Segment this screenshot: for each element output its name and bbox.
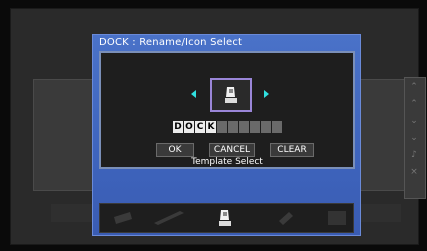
name-char[interactable]: [250, 121, 260, 133]
name-char[interactable]: [217, 121, 227, 133]
close-icon[interactable]: ×: [407, 166, 421, 179]
double-chevron-up-icon[interactable]: ⌃: [407, 81, 421, 94]
name-char[interactable]: K: [206, 121, 216, 133]
icon-tray: [99, 203, 354, 233]
side-button-bar: ⌃ ⌃ ⌄ ⌄ ♪ ×: [404, 77, 426, 199]
audio-rack-icon[interactable]: [326, 209, 348, 227]
name-char[interactable]: [228, 121, 238, 133]
chevron-up-icon[interactable]: ⌃: [407, 98, 421, 111]
name-char[interactable]: [261, 121, 271, 133]
name-char[interactable]: C: [195, 121, 205, 133]
music-note-icon[interactable]: ♪: [407, 149, 421, 162]
tv-icon[interactable]: [112, 209, 134, 227]
chevron-down-icon[interactable]: ⌄: [407, 115, 421, 128]
clear-button[interactable]: CLEAR: [270, 143, 314, 157]
dock-icon[interactable]: [218, 209, 232, 227]
disc-player-icon[interactable]: [152, 209, 186, 227]
dialog-content-panel: D O C K OK CANCEL CLEAR Template Select: [99, 51, 355, 169]
dialog-title: DOCK : Rename/Icon Select: [99, 37, 243, 48]
name-char[interactable]: [272, 121, 282, 133]
template-select-label[interactable]: Template Select: [101, 157, 353, 167]
name-char[interactable]: D: [173, 121, 183, 133]
double-chevron-down-icon[interactable]: ⌄: [407, 132, 421, 145]
cancel-button[interactable]: CANCEL: [209, 143, 255, 157]
name-input[interactable]: D O C K: [173, 121, 282, 134]
ok-button[interactable]: OK: [156, 143, 194, 157]
dock-icon: [225, 87, 237, 103]
rename-icon-dialog: DOCK : Rename/Icon Select D O C K OK CAN…: [92, 34, 361, 236]
name-char[interactable]: [239, 121, 249, 133]
left-arrow-icon[interactable]: [191, 90, 196, 98]
name-char[interactable]: O: [184, 121, 194, 133]
screen: ⌃ ⌃ ⌄ ⌄ ♪ × DOCK : Rename/Icon Select D …: [0, 0, 427, 251]
game-icon[interactable]: [276, 209, 296, 227]
selected-icon-box[interactable]: [210, 78, 252, 112]
right-arrow-icon[interactable]: [264, 90, 269, 98]
